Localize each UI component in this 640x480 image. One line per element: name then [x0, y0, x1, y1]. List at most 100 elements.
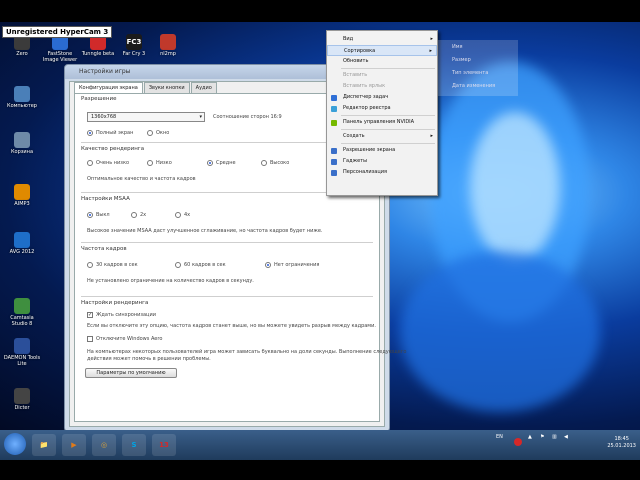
explorer-icon[interactable]: 📁	[32, 434, 56, 456]
desktop-icon[interactable]: Корзина	[2, 132, 42, 155]
desktop-icon[interactable]: AIMP3	[2, 184, 42, 207]
aimp-icon	[14, 184, 30, 200]
tab-audio[interactable]: Аудио	[190, 82, 217, 93]
context-menu-item[interactable]: Разрешение экрана	[327, 145, 437, 156]
chevron-down-icon: ▾	[199, 114, 202, 120]
start-button[interactable]	[4, 433, 26, 455]
windowed-radio[interactable]	[147, 130, 153, 136]
desktop-icon[interactable]: Camtasia Studio 8	[2, 298, 42, 327]
context-menu-item[interactable]: Панель управления NVIDIA	[327, 117, 437, 128]
defaults-button[interactable]: Параметры по умолчанию	[85, 368, 177, 378]
watermark: Unregistered HyperCam 3	[2, 26, 113, 38]
desktop-icon-label: DAEMON Tools Lite	[3, 355, 41, 367]
avg-icon	[14, 232, 30, 248]
wallpaper-flame-base	[400, 252, 600, 412]
desktop-icon[interactable]: FastStone Image Viewer	[40, 34, 80, 63]
desktop-icon[interactable]: DAEMON Tools Lite	[2, 338, 42, 367]
app13-icon[interactable]: 13	[152, 434, 176, 456]
context-menu-item[interactable]: Вид ▸	[327, 34, 437, 45]
fullscreen-radio[interactable]	[87, 130, 93, 136]
desktop-icon-label: AVG 2012	[9, 249, 35, 255]
fps-unlimited-radio[interactable]	[265, 262, 271, 268]
fps-30-radio[interactable]	[87, 262, 93, 268]
aero-note-line2: действия может помочь в решении проблемы…	[87, 356, 211, 362]
render-header: Настройки рендеринга	[81, 300, 149, 306]
fps-60-label: 60 кадров в сек	[184, 262, 226, 268]
aero-note-line1: На компьютерах некоторых пользователей и…	[87, 349, 407, 355]
aero-label: Отключите Windows Aero	[96, 336, 163, 342]
clock[interactable]: 18:45 25.01.2013	[607, 436, 636, 450]
quality-low-radio[interactable]	[147, 160, 153, 166]
desktop-icon[interactable]: nl2mp	[148, 34, 188, 57]
quality-high-label: Высоко	[270, 160, 290, 166]
tray-up-arrow-icon[interactable]: ▲	[528, 434, 532, 440]
context-menu-item[interactable]: Персонализация	[327, 167, 437, 178]
context-menu-item[interactable]: Создать ▸	[327, 131, 437, 142]
tray-flag-icon[interactable]: ⚑	[540, 434, 544, 440]
desktop-icon-label: Tunngle beta	[81, 51, 115, 57]
vsync-checkbox[interactable]: ✓	[87, 312, 93, 318]
tray-app-icon[interactable]	[514, 438, 522, 446]
msaa-off-label: Выкл	[96, 212, 110, 218]
context-menu-item[interactable]: Редактор реестра	[327, 103, 437, 114]
desktop-icon-label: Корзина	[10, 149, 34, 155]
desktop-icon-label: Camtasia Studio 8	[10, 315, 34, 327]
menu-item-label: Вставить	[343, 72, 368, 78]
desktop-icon[interactable]: AVG 2012	[2, 232, 42, 255]
submenu-item[interactable]: Размер	[452, 57, 471, 63]
menu-item-icon	[331, 148, 337, 154]
msaa-2x-radio[interactable]	[131, 212, 137, 218]
msaa-note: Высокое значение MSAA даст улучшенное сг…	[87, 228, 323, 234]
fps-60-radio[interactable]	[175, 262, 181, 268]
desktop-icon[interactable]: Dicter	[2, 388, 42, 411]
tab-button-sounds[interactable]: Звуки кнопки	[143, 82, 190, 93]
media-player-icon[interactable]: ▶	[62, 434, 86, 456]
context-menu-item[interactable]: Обновить	[327, 56, 437, 67]
fps-30-label: 30 кадров в сек	[96, 262, 138, 268]
resolution-select[interactable]: 1360x768 ▾	[87, 112, 205, 122]
menu-item-label: Сортировка	[344, 48, 376, 54]
menu-item-icon	[331, 95, 337, 101]
submenu-item[interactable]: Имя	[452, 44, 463, 50]
tray-volume-icon[interactable]: ◀	[564, 434, 568, 440]
context-menu-item[interactable]: Гаджеты	[327, 156, 437, 167]
quality-high-radio[interactable]	[261, 160, 267, 166]
menu-item-label: Обновить	[343, 58, 369, 64]
menu-item-label: Диспетчер задач	[343, 94, 389, 100]
resolution-value: 1360x768	[91, 114, 117, 120]
camtasia-icon	[14, 298, 30, 314]
desktop-icon[interactable]: Компьютер	[2, 86, 42, 109]
chrome-icon[interactable]: ◎	[92, 434, 116, 456]
menu-item-label: Разрешение экрана	[343, 147, 396, 153]
quality-note: Оптимальное качество и частота кадров	[87, 176, 196, 182]
aero-checkbox[interactable]	[87, 336, 93, 342]
submenu-item[interactable]: Тип элемента	[452, 70, 488, 76]
msaa-4x-radio[interactable]	[175, 212, 181, 218]
menu-item-icon	[331, 106, 337, 112]
quality-very-low-label: Очень низко	[96, 160, 130, 166]
language-indicator[interactable]: EN	[496, 434, 503, 440]
menu-item-label: Гаджеты	[343, 158, 368, 164]
msaa-header: Настройки MSAA	[81, 196, 130, 202]
quality-low-label: Низко	[156, 160, 172, 166]
tab-screen-config[interactable]: Конфигурация экрана	[74, 82, 143, 93]
tray-network-icon[interactable]: ▥	[552, 434, 557, 440]
quality-very-low-radio[interactable]	[87, 160, 93, 166]
menu-separator	[341, 68, 435, 69]
desktop-icon-label: nl2mp	[160, 51, 176, 57]
aspect-ratio: Соотношение сторон 16:9	[213, 114, 282, 120]
context-menu-item: Вставить	[327, 70, 437, 81]
context-menu-item[interactable]: Сортировка ▸	[327, 45, 437, 56]
submenu-arrow-icon: ▸	[430, 36, 433, 42]
app-icon	[160, 34, 176, 50]
context-menu-item[interactable]: Диспетчер задач	[327, 92, 437, 103]
dicter-icon	[14, 388, 30, 404]
wallpaper-flame-core	[470, 112, 560, 262]
submenu-item[interactable]: Дата изменения	[452, 83, 495, 89]
skype-icon[interactable]: S	[122, 434, 146, 456]
msaa-2x-label: 2x	[140, 212, 147, 218]
msaa-off-radio[interactable]	[87, 212, 93, 218]
menu-item-label: Персонализация	[343, 169, 387, 175]
menu-separator	[341, 129, 435, 130]
quality-medium-radio[interactable]	[207, 160, 213, 166]
